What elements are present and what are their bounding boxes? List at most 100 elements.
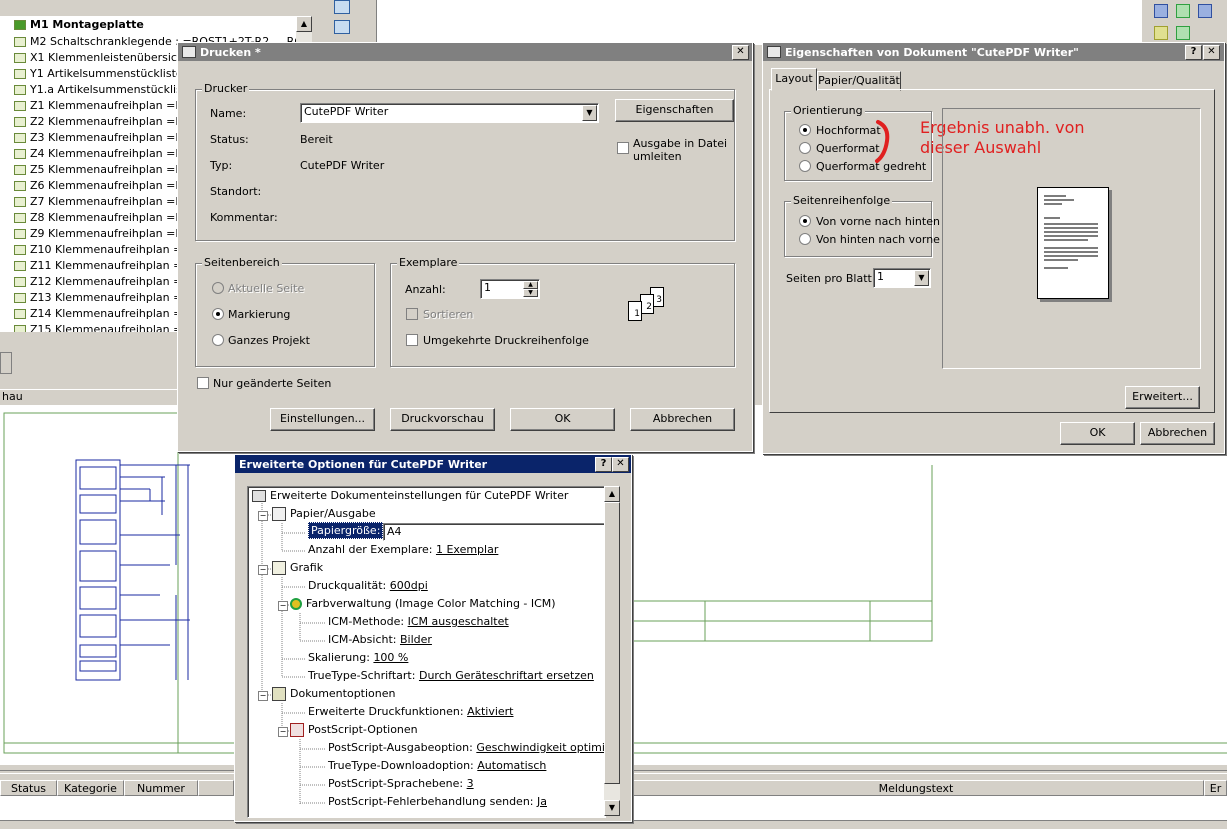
landscape-radio[interactable] [799,142,811,154]
tree-item[interactable]: Z12 Klemmenaufreihplan =RO [14,274,199,290]
cancel-button[interactable]: Abbrechen [630,408,735,431]
spin-down-icon[interactable]: ▼ [523,289,538,297]
print-preview-button[interactable]: Druckvorschau [390,408,495,431]
col-header-status[interactable]: Status [0,780,57,796]
tree-item[interactable]: Z1 Klemmenaufreihplan =ROS [14,98,199,114]
tree-item[interactable]: Z15 Klemmenaufreihplan =RO [14,322,199,332]
chevron-down-icon[interactable]: ▼ [914,270,929,286]
collate-checkbox[interactable] [406,308,418,320]
pages-per-sheet-select[interactable]: 1 ▼ [873,268,931,288]
tree-ps-level[interactable]: PostScript-Sprachebene: 3 [328,777,474,790]
tree-paper-output[interactable]: Papier/Ausgabe [272,507,376,521]
tab-layout[interactable]: Layout [771,68,817,91]
range-project-radio[interactable] [212,334,224,346]
close-icon[interactable]: ✕ [612,457,629,472]
collapse-icon[interactable]: − [258,511,268,521]
pages-per-sheet-label: Seiten pro Blatt: [786,272,876,285]
tree-ps-options[interactable]: PostScript-Optionen [290,723,418,737]
help-icon[interactable]: ? [595,457,612,472]
tree-color-mgmt[interactable]: Farbverwaltung (Image Color Matching - I… [290,597,556,610]
collapse-icon[interactable]: − [278,601,288,611]
landscape-rotated-radio[interactable] [799,160,811,172]
tab-paper-quality[interactable]: Papier/Qualität [817,71,901,91]
front-to-back-radio[interactable] [799,215,811,227]
printer-name-select[interactable]: CutePDF Writer ▼ [300,103,599,123]
col-header-category[interactable]: Kategorie [57,780,124,796]
tree-icm-intent[interactable]: ICM-Absicht: Bilder [328,633,432,646]
tree-item[interactable]: Z6 Klemmenaufreihplan =ROS [14,178,199,194]
tree-copies[interactable]: Anzahl der Exemplare: 1 Exemplar [308,543,498,556]
col-header-er[interactable]: Er [1204,780,1227,796]
spin-up-icon[interactable]: ▲ [523,281,538,289]
tree-ps-error[interactable]: PostScript-Fehlerbehandlung senden: Ja [328,795,547,808]
tree-adv-print[interactable]: Erweiterte Druckfunktionen: Aktiviert [308,705,514,718]
advanced-titlebar[interactable]: Erweiterte Optionen für CutePDF Writer [235,455,631,473]
options-tree[interactable]: Erweiterte Dokumenteinstellungen für Cut… [247,486,606,818]
collapse-icon[interactable]: − [258,565,268,575]
paper-size-select[interactable]: A4 [383,523,605,541]
tree-item[interactable]: Z11 Klemmenaufreihplan =RO [14,258,199,274]
close-icon[interactable]: ✕ [1203,45,1220,60]
copies-spinner[interactable]: 1 ▲ ▼ [480,279,540,299]
tree-item[interactable]: Z9 Klemmenaufreihplan =ROS [14,226,199,242]
portrait-radio[interactable] [799,124,811,136]
tree-item[interactable]: Z3 Klemmenaufreihplan =ROS [14,130,199,146]
cancel-button[interactable]: Abbrechen [1140,422,1215,445]
range-current-radio[interactable] [212,282,224,294]
reverse-order-checkbox[interactable] [406,334,418,346]
tool-icon[interactable] [334,20,350,34]
print-to-file-checkbox[interactable] [617,142,629,154]
tree-item[interactable]: Z2 Klemmenaufreihplan =ROS [14,114,199,130]
collapse-icon[interactable]: − [278,727,288,737]
tool-icon[interactable] [1176,4,1190,18]
preview-tab[interactable]: hau [0,389,180,406]
scroll-down-arrow[interactable]: ▼ [604,800,620,816]
col-header-blank[interactable] [198,780,234,796]
col-header-message[interactable]: Meldungstext [628,780,1204,796]
print-dialog-titlebar[interactable]: Drucken * [178,43,752,61]
help-icon[interactable]: ? [1185,45,1202,60]
changed-only-checkbox[interactable] [197,377,209,389]
chevron-down-icon[interactable]: ▼ [582,105,597,121]
tool-icon[interactable] [1154,4,1168,18]
tool-icon[interactable] [1154,26,1168,40]
tree-item[interactable]: Z5 Klemmenaufreihplan =ROS [14,162,199,178]
tree-icm-method[interactable]: ICM-Methode: ICM ausgeschaltet [328,615,509,628]
properties-titlebar[interactable]: Eigenschaften von Dokument "CutePDF Writ… [763,43,1224,61]
scroll-up-arrow[interactable]: ▲ [604,486,620,502]
tree-graphics[interactable]: Grafik [272,561,323,575]
tree-header[interactable]: M1 Montageplatte [14,18,144,31]
tool-icon[interactable] [1176,26,1190,40]
scroll-up-arrow[interactable]: ▲ [296,16,312,32]
tree-doc-options[interactable]: Dokumentoptionen [272,687,396,701]
tree-item[interactable]: Z13 Klemmenaufreihplan =RO [14,290,199,306]
ok-button[interactable]: OK [510,408,615,431]
tree-scaling[interactable]: Skalierung: 100 % [308,651,408,664]
tree-item[interactable]: Z4 Klemmenaufreihplan =ROS [14,146,199,162]
tool-icon[interactable] [334,0,350,14]
settings-button[interactable]: Einstellungen... [270,408,375,431]
tree-ps-output[interactable]: PostScript-Ausgabeoption: Geschwindigkei… [328,741,605,754]
options-scrollbar[interactable]: ▲ ▼ [604,486,620,816]
tree-truetype[interactable]: TrueType-Schriftart: Durch Geräteschrift… [308,669,594,682]
close-icon[interactable]: ✕ [732,45,749,60]
tree-item[interactable]: Y1 Artikelsummenstückliste : T [14,66,200,82]
tree-item[interactable]: Z14 Klemmenaufreihplan =RO [14,306,199,322]
tree-item[interactable]: Y1.a Artikelsummenstückliste : [14,82,200,98]
tree-item[interactable]: Z8 Klemmenaufreihplan =ROS [14,210,199,226]
back-to-front-radio[interactable] [799,233,811,245]
ok-button[interactable]: OK [1060,422,1135,445]
col-header-number[interactable]: Nummer [124,780,198,796]
tree-tt-download[interactable]: TrueType-Downloadoption: Automatisch [328,759,546,772]
tree-item[interactable]: Z10 Klemmenaufreihplan =RO [14,242,199,258]
tree-quality[interactable]: Druckqualität: 600dpi [308,579,428,592]
properties-button[interactable]: Eigenschaften [615,99,734,122]
tree-paper-size[interactable]: Papiergröße: [308,522,384,539]
tree-root[interactable]: Erweiterte Dokumenteinstellungen für Cut… [252,489,568,502]
tool-icon[interactable] [1198,4,1212,18]
scroll-thumb[interactable] [604,502,620,784]
range-selection-radio[interactable] [212,308,224,320]
advanced-button[interactable]: Erweitert... [1125,386,1200,409]
tree-item[interactable]: Z7 Klemmenaufreihplan =ROS [14,194,199,210]
collapse-icon[interactable]: − [258,691,268,701]
